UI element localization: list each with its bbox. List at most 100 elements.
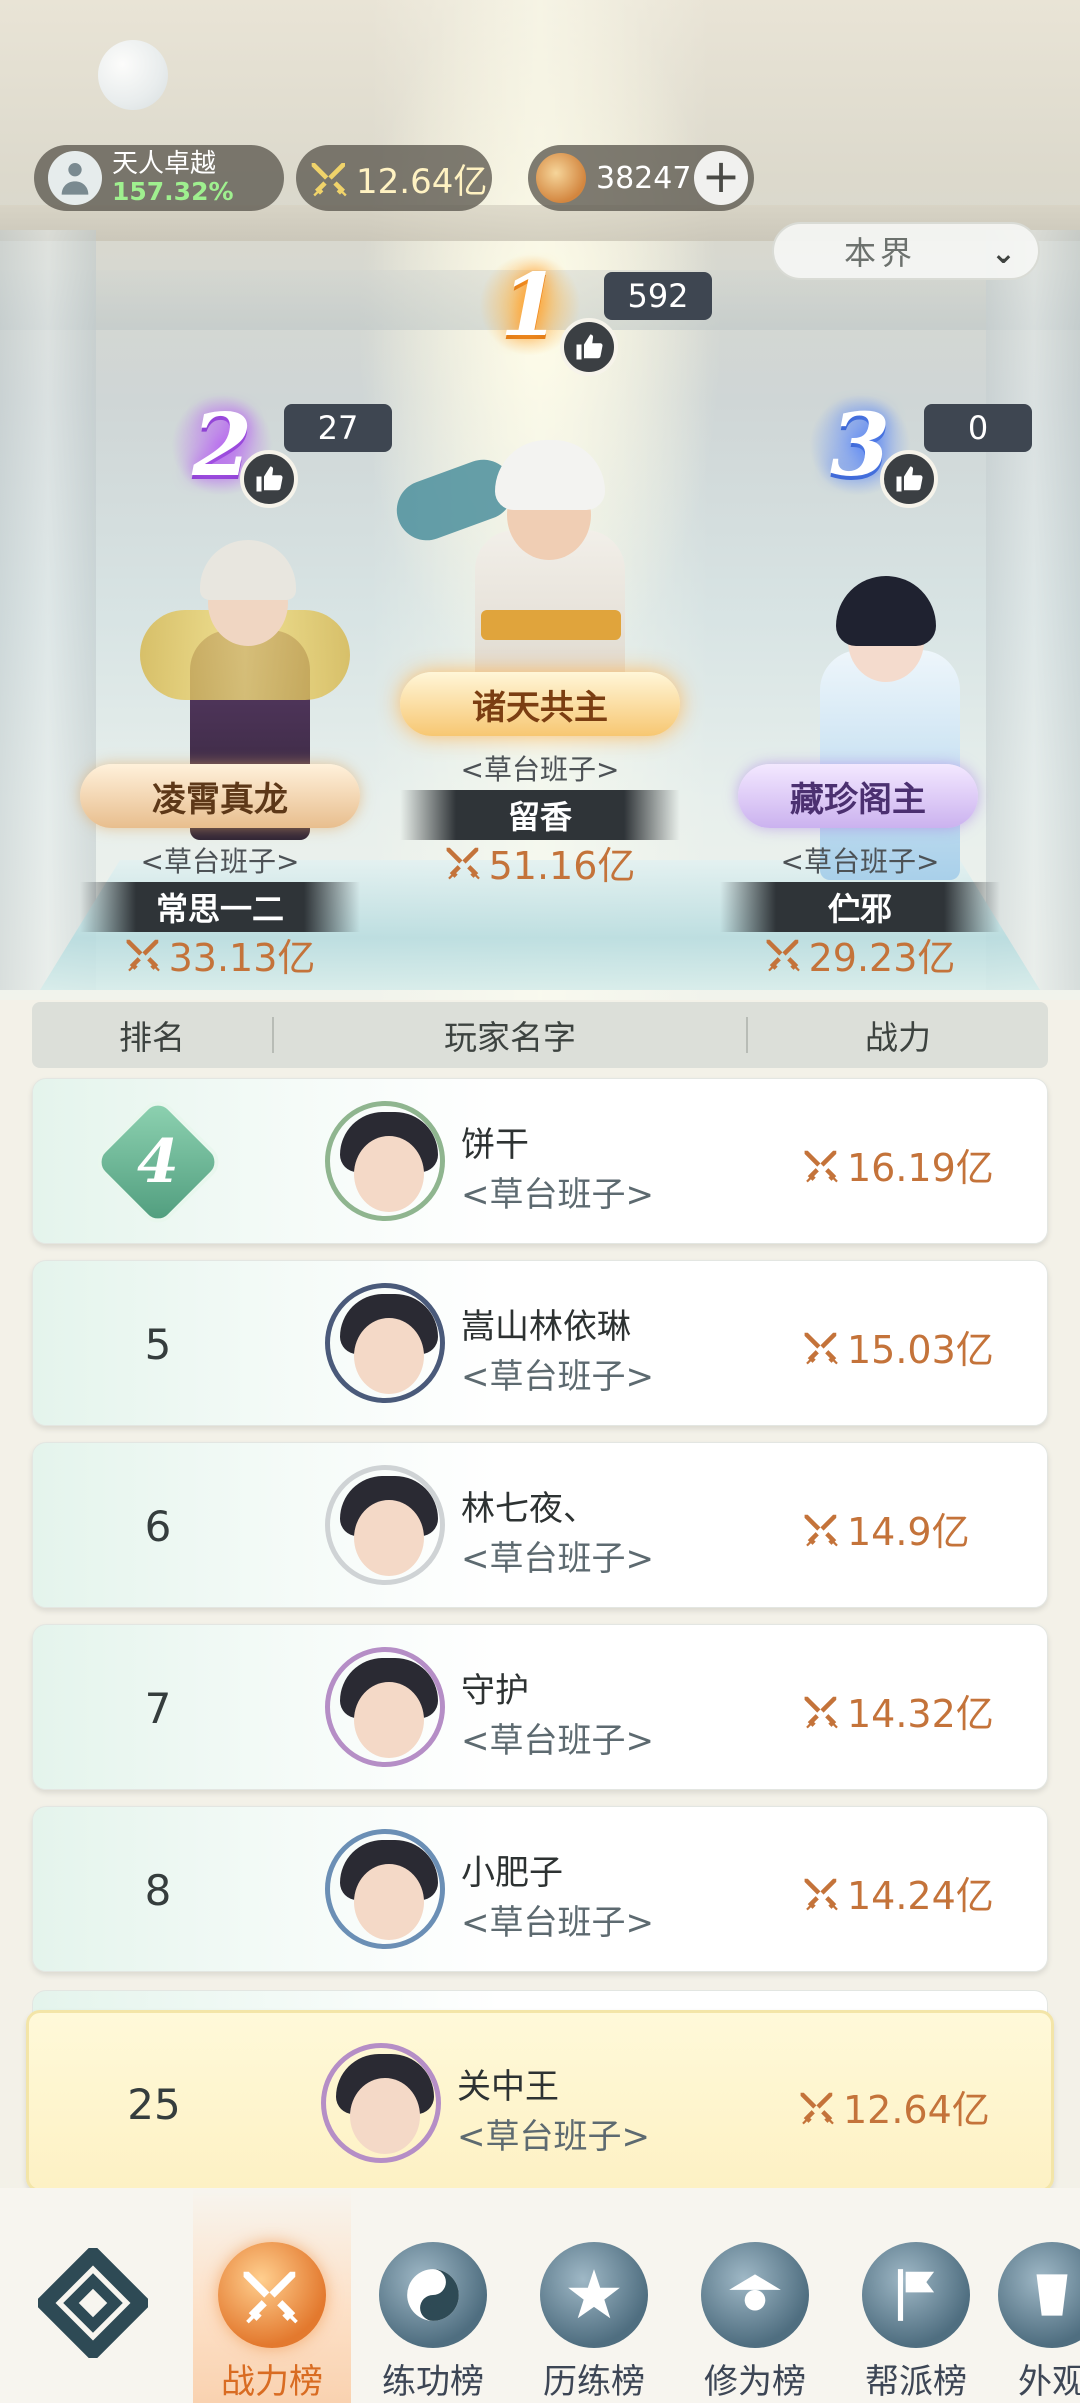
player-name-1[interactable]: 留香: [400, 790, 680, 840]
realm-dropdown-label: 本界: [844, 234, 917, 272]
player-guild: <草台班子>: [461, 1721, 654, 1761]
tab-guild-rank[interactable]: 帮派榜: [837, 2188, 995, 2403]
crossed-swords-icon: [804, 1878, 838, 1910]
player-power: 14.24亿: [803, 1865, 994, 1920]
thumbs-up-icon[interactable]: [240, 450, 298, 508]
jade-amount: 38247: [596, 160, 692, 196]
crossed-swords-icon: [446, 847, 480, 880]
character-figure-1[interactable]: [388, 410, 695, 710]
row-rank: 25: [127, 2079, 181, 2129]
rank-tier-icon: [48, 151, 102, 205]
table-row[interactable]: 4 饼干 <草台班子> 16.19亿: [32, 1078, 1048, 1244]
table-row[interactable]: 8 小肥子 <草台班子> 14.24亿: [32, 1806, 1048, 1972]
player-power: 15.03亿: [803, 1319, 994, 1374]
jade-currency-icon: [536, 153, 586, 203]
row-rank: 5: [144, 1319, 172, 1369]
power-value-text: 33.13亿: [168, 935, 316, 980]
table-row[interactable]: 6 林七夜、 <草台班子> 14.9亿: [32, 1442, 1048, 1608]
player-guild: <草台班子>: [461, 1539, 654, 1579]
table-row[interactable]: 5 嵩山林依琳 <草台班子> 15.03亿: [32, 1260, 1048, 1426]
tab-cultivation-rank[interactable]: 修为榜: [676, 2188, 834, 2403]
chevron-down-icon: ⌄: [990, 236, 1016, 271]
like-count-2: 27: [284, 404, 392, 452]
player-guild: <草台班子>: [457, 2117, 650, 2157]
power-value-2: 33.13亿: [80, 926, 360, 982]
avatar[interactable]: [325, 1283, 445, 1403]
tab-label: 练功榜: [382, 2362, 484, 2402]
power-total: 12.64亿: [356, 161, 488, 202]
bottom-nav: 战力榜 练功榜 历练榜 修为榜 帮派榜 外观: [0, 2188, 1080, 2403]
row-rank: 7: [144, 1683, 172, 1733]
yin-yang-icon: [379, 2242, 487, 2348]
player-power: 14.9亿: [803, 1501, 970, 1556]
pillar-left: [0, 230, 96, 990]
power-value-text: 29.23亿: [808, 935, 956, 980]
col-name-header: 玩家名字: [444, 1018, 576, 1057]
my-rank-row[interactable]: 25 关中王 <草台班子> 12.64亿: [26, 2010, 1054, 2192]
avatar[interactable]: [325, 1101, 445, 1221]
realm-dropdown[interactable]: 本界 ⌄: [772, 222, 1040, 280]
row-rank: 6: [144, 1501, 172, 1551]
tab-experience-rank[interactable]: 历练榜: [515, 2188, 673, 2403]
player-name: 林七夜、: [461, 1489, 597, 1529]
player-name: 守护: [461, 1671, 529, 1711]
power-value-text: 14.32亿: [847, 1692, 994, 1736]
rank-4-badge: 4: [90, 1094, 226, 1230]
title-banner-1: 诸天共主: [400, 672, 680, 736]
player-name-3[interactable]: 伫邪: [720, 882, 1000, 932]
diamond-knot-icon: [33, 2243, 153, 2363]
crossed-swords-icon: [804, 1696, 838, 1728]
tab-power-rank[interactable]: 战力榜: [193, 2188, 351, 2403]
player-name-2[interactable]: 常思一二: [80, 882, 360, 932]
player-name: 小肥子: [461, 1853, 563, 1893]
like-count-3: 0: [924, 404, 1032, 452]
player-power: 14.32亿: [803, 1683, 994, 1738]
avatar[interactable]: [325, 1465, 445, 1585]
ranking-table-header: 排名 玩家名字 战力: [32, 1002, 1048, 1068]
crossed-swords-icon: [800, 2092, 834, 2124]
podium-section: 1 2 3 592 27 0 诸天共主 凌霄真龙 藏珍阁主 <草台班子> <草台…: [0, 0, 1080, 1000]
avatar[interactable]: [325, 1829, 445, 1949]
appearance-icon: [998, 2242, 1080, 2348]
table-row[interactable]: 7 守护 <草台班子> 14.32亿: [32, 1624, 1048, 1790]
row-rank: 4: [33, 1079, 283, 1245]
tab-label: 帮派榜: [865, 2362, 967, 2402]
home-button[interactable]: [33, 2243, 153, 2363]
col-power-header: 战力: [865, 1018, 931, 1057]
player-guild: <草台班子>: [461, 1903, 654, 1943]
avatar[interactable]: [325, 1647, 445, 1767]
power-value-1: 51.16亿: [400, 834, 680, 890]
player-name: 关中王: [457, 2067, 559, 2107]
crossed-swords-icon: [804, 1514, 838, 1546]
orb-decoration: [98, 40, 168, 110]
guild-name-1: <草台班子>: [460, 753, 620, 786]
tab-label: 历练榜: [543, 2362, 645, 2402]
guild-name-2: <草台班子>: [140, 845, 300, 878]
player-guild: <草台班子>: [461, 1357, 654, 1397]
character-figure-3[interactable]: [760, 560, 1020, 880]
add-currency-button[interactable]: +: [694, 151, 748, 205]
thumbs-up-icon[interactable]: [560, 318, 618, 376]
power-value-text: 14.9亿: [847, 1510, 970, 1554]
player-name: 嵩山林依琳: [461, 1307, 631, 1347]
crossed-swords-icon: [126, 939, 160, 972]
avatar[interactable]: [321, 2043, 441, 2163]
hat-figure-icon: [701, 2242, 809, 2348]
rank-tier-title: 天人卓越: [112, 149, 217, 180]
player-name: 饼干: [461, 1125, 529, 1165]
power-value-text: 12.64亿: [843, 2088, 990, 2132]
title-banner-2: 凌霄真龙: [80, 764, 360, 828]
crossed-swords-icon: [766, 939, 800, 972]
title-banner-3: 藏珍阁主: [738, 764, 978, 828]
tab-training-rank[interactable]: 练功榜: [354, 2188, 512, 2403]
jade-pill: 38247 +: [528, 145, 754, 211]
rank-tier-pill[interactable]: 天人卓越 157.32%: [34, 145, 284, 211]
player-power: 12.64亿: [799, 2079, 990, 2134]
power-value-text: 14.24亿: [847, 1874, 994, 1918]
tab-label: 修为榜: [704, 2362, 806, 2402]
crossed-swords-icon: [311, 163, 347, 197]
tab-appearance-rank[interactable]: 外观: [998, 2188, 1080, 2403]
thumbs-up-icon[interactable]: [880, 450, 938, 508]
like-count-1: 592: [604, 272, 712, 320]
banner-flag-icon: [862, 2242, 970, 2348]
